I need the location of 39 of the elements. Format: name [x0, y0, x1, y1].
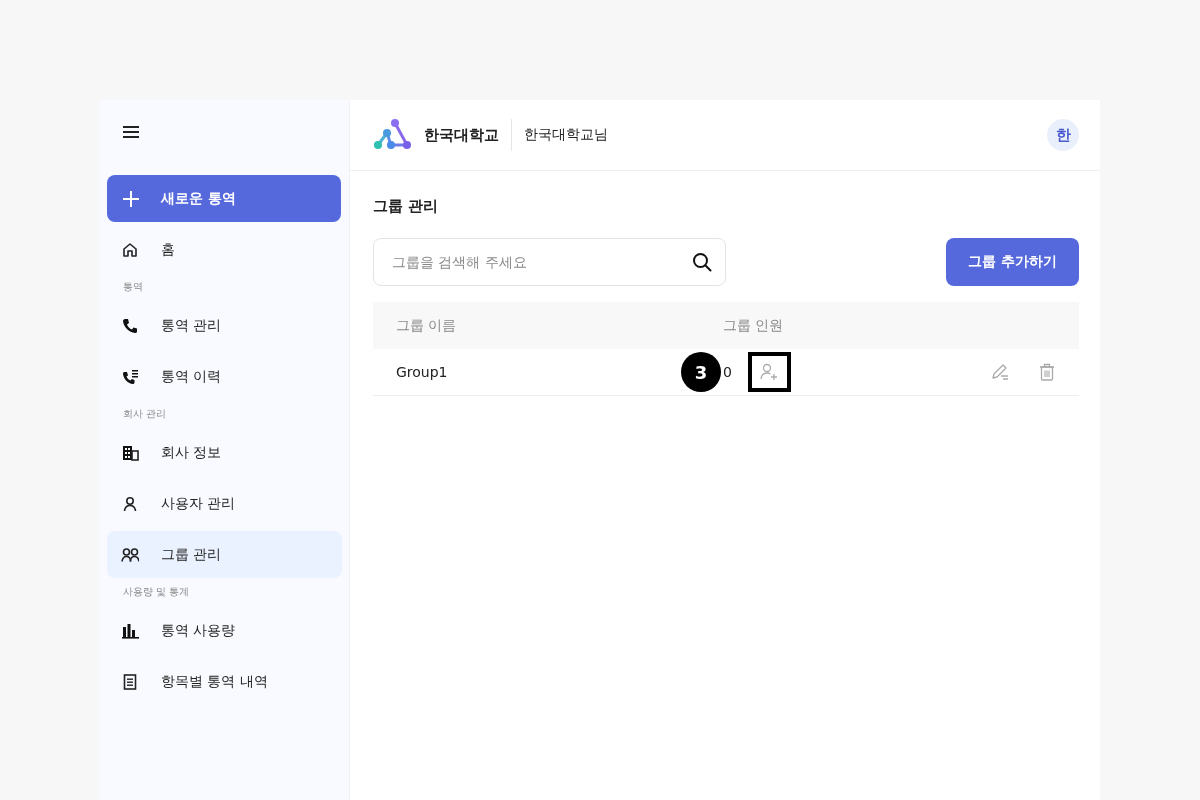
users-icon [121, 545, 139, 564]
add-member-button[interactable] [747, 352, 791, 392]
avatar[interactable]: 한 [1047, 119, 1079, 151]
home-icon [121, 240, 139, 259]
add-user-icon [759, 362, 780, 382]
table-cell: Group1 [396, 364, 448, 380]
member-count: 0 [723, 364, 732, 380]
phone-list-icon [121, 367, 139, 386]
step-badge: 3 [681, 352, 721, 392]
building-icon [121, 443, 139, 462]
user-name: 한국대학교님 [524, 126, 608, 144]
nav-item[interactable]: 통역 이력 [107, 353, 342, 400]
add-group-button[interactable]: 그룹 추가하기 [946, 238, 1079, 286]
menu-icon[interactable] [123, 126, 139, 138]
search-field[interactable]: 그룹을 검색해 주세요 [373, 238, 726, 286]
column-header: 그룹 이름 [395, 316, 458, 335]
nav-item[interactable]: 홈 [107, 226, 342, 273]
plus-icon [123, 190, 139, 207]
nav-item[interactable]: 회사 정보 [107, 429, 342, 476]
bar-chart-icon [121, 621, 139, 640]
search-icon[interactable] [692, 252, 712, 272]
nav-item[interactable]: 통역 사용량 [107, 607, 342, 654]
user-icon [121, 494, 139, 513]
nav-item[interactable]: 그룹 관리 [107, 531, 342, 578]
nav-item[interactable]: 사용자 관리 [107, 480, 342, 527]
new-interpretation-button[interactable]: 새로운 통역 [107, 175, 341, 222]
page-title: 그룹 관리 [373, 197, 440, 216]
section-label: 통역 [122, 280, 144, 294]
section-label: 사용량 및 통계 [122, 585, 191, 599]
section-label: 회사 관리 [122, 407, 168, 421]
logo-icon [374, 119, 412, 151]
trash-icon [1037, 362, 1057, 382]
organization-name: 한국대학교 [424, 125, 499, 145]
column-header: 그룹 인원 [723, 316, 784, 335]
nav-item[interactable]: 항목별 통역 내역 [107, 658, 342, 705]
document-icon [121, 672, 139, 691]
pencil-icon [990, 362, 1010, 382]
phone-icon [121, 316, 139, 335]
nav-item[interactable]: 통역 관리 [107, 302, 342, 349]
